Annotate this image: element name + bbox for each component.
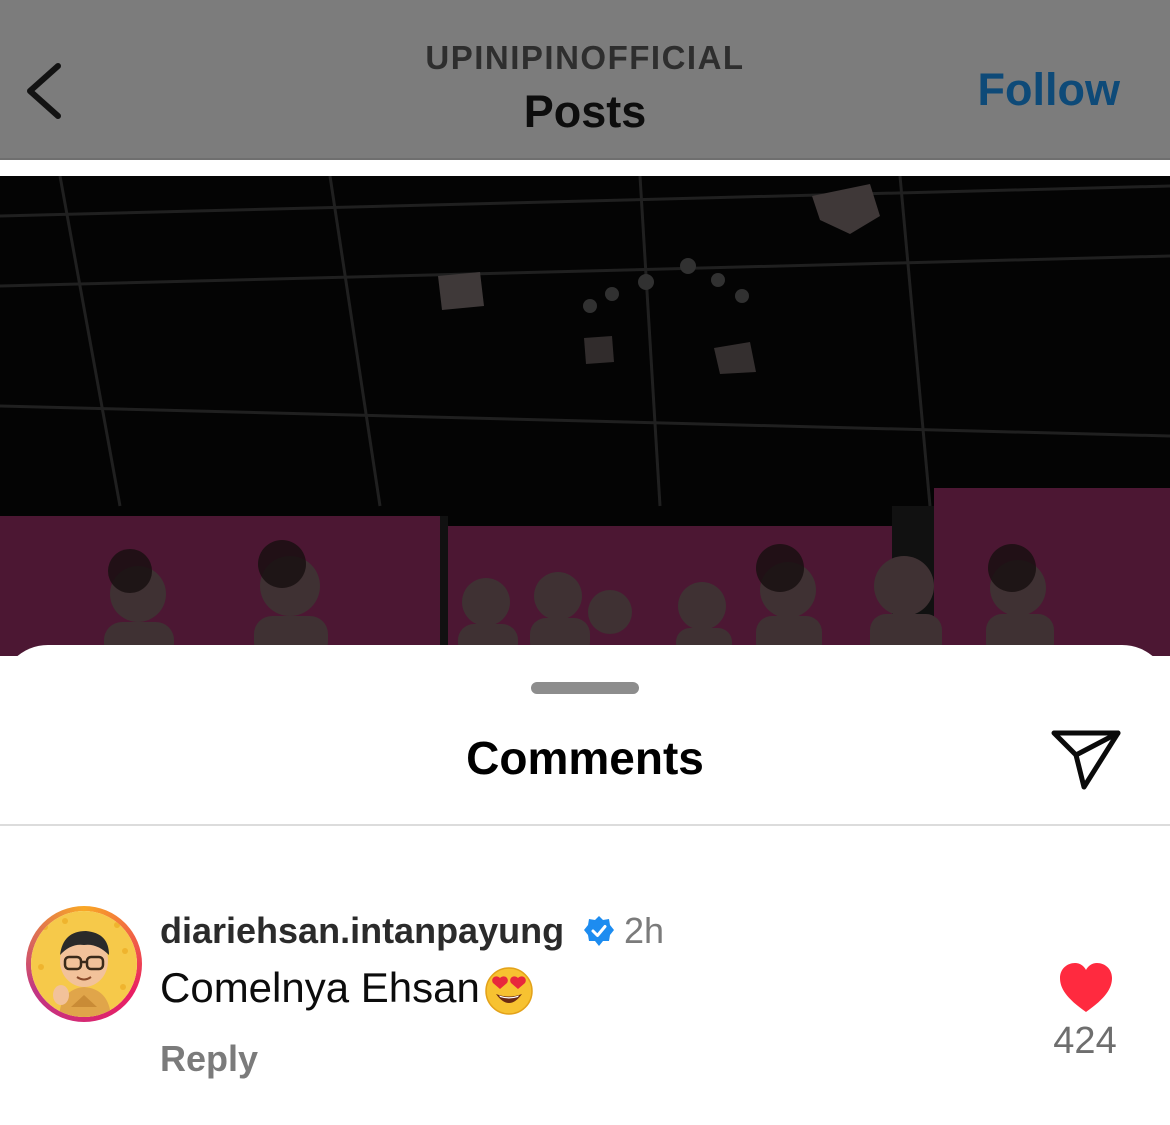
reply-button[interactable]: Reply [160,1038,258,1080]
comment-item: diariehsan.intanpayung 2h Comelnya Ehsan… [0,900,1170,1100]
follow-button[interactable]: Follow [978,64,1120,116]
comment-timestamp: 2h [624,910,665,951]
like-button[interactable] [1056,960,1116,1016]
sheet-divider [0,824,1170,826]
avatar [31,911,137,1017]
avatar-ring[interactable] [26,906,142,1022]
comment-text: Comelnya Ehsan [160,964,480,1011]
paper-plane-icon [1051,730,1121,790]
top-bar: UPINIPINOFFICIAL Posts Follow [0,0,1170,160]
verified-badge-icon [584,916,614,946]
comment-username[interactable]: diariehsan.intanpayung [160,910,564,952]
like-count: 424 [1053,1020,1117,1062]
heart-eyes-emoji-icon [485,967,533,1015]
avatar-image [31,911,137,1017]
share-button[interactable] [1048,727,1124,793]
post-image[interactable] [0,176,1170,656]
heart-icon [1060,963,1112,1012]
sheet-grabber[interactable] [531,682,639,694]
comments-title: Comments [466,732,704,784]
post-photo [0,176,1170,656]
comments-sheet: Comments diariehsan.intanpayung 2h Comel… [0,645,1170,1125]
